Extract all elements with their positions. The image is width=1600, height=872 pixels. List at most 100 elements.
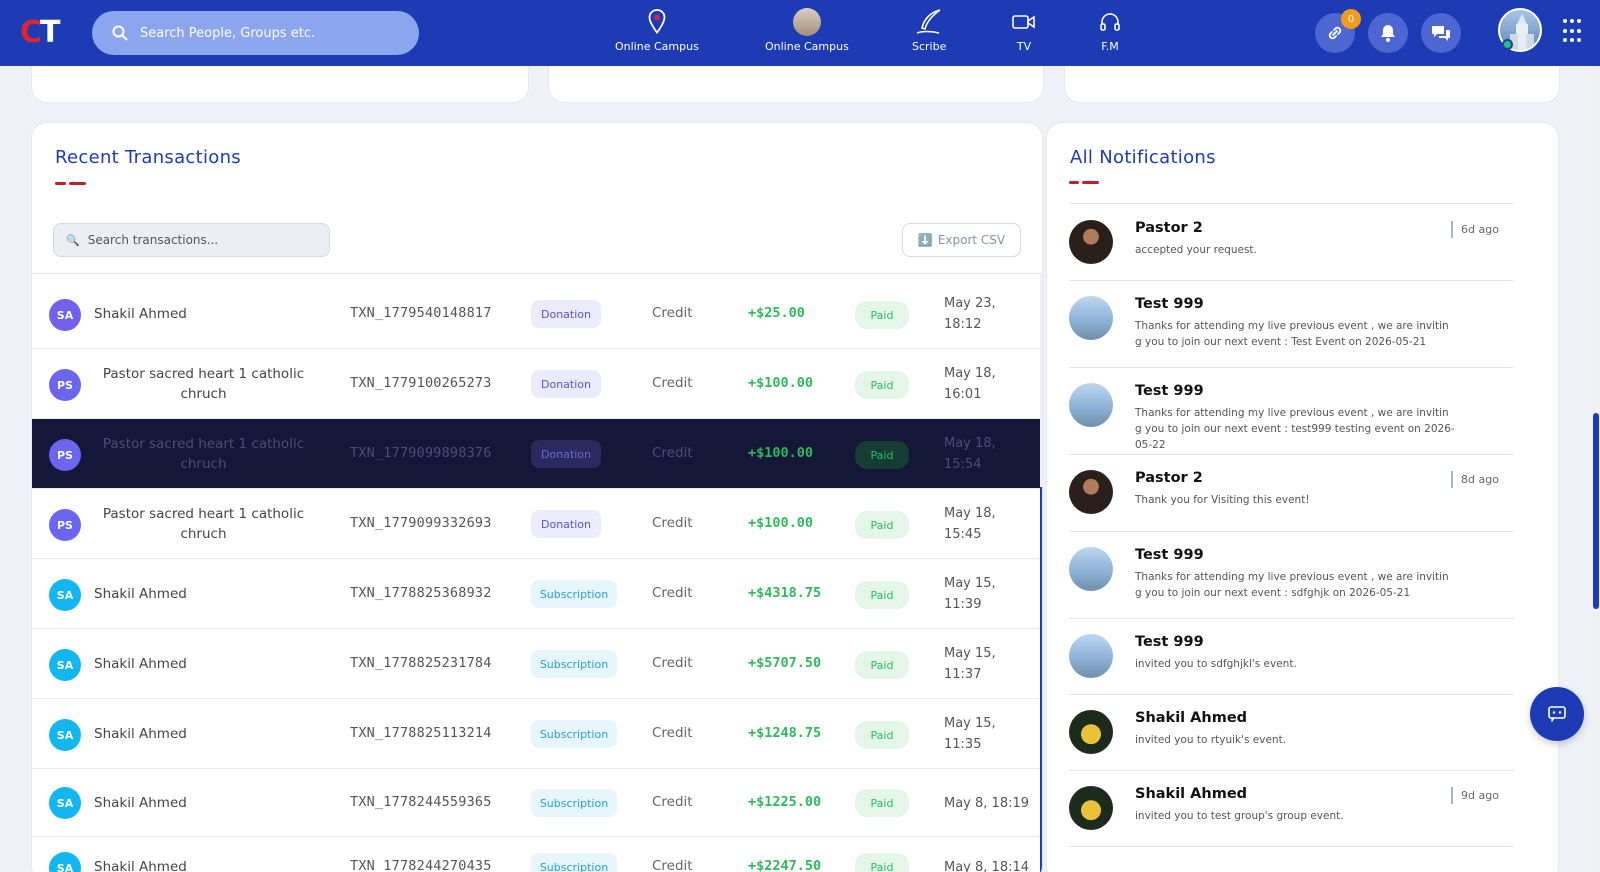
row-amount: +$5707.50 — [748, 655, 822, 671]
status-badge: Paid — [855, 651, 909, 679]
notification-text: invited you to sdfghjkl's event. — [1135, 658, 1297, 670]
download-icon: ⬇️ — [917, 233, 933, 247]
notification-item[interactable]: Test 999 Thanks for attending my live pr… — [1069, 532, 1514, 619]
row-direction: Credit — [652, 515, 693, 531]
row-name: Shakil Ahmed — [94, 656, 187, 672]
row-name: Shakil Ahmed — [94, 726, 187, 742]
row-name: Shakil Ahmed — [94, 795, 187, 811]
table-top-divider — [32, 273, 1042, 274]
avatar — [1069, 296, 1113, 340]
avatar — [1069, 383, 1113, 427]
row-date: May 15, 11:35 — [944, 716, 996, 752]
notification-item[interactable]: Test 999 Thanks for attending my live pr… — [1069, 281, 1514, 368]
chat-fab-button[interactable] — [1530, 687, 1584, 741]
row-date: May 15, 11:37 — [944, 646, 996, 682]
notification-item[interactable]: Shakil Ahmed invited you to test group's… — [1069, 771, 1514, 847]
status-badge: Paid — [855, 301, 909, 329]
status-badge: Paid — [855, 511, 909, 539]
notification-item[interactable]: Test 999 invited you to sdfghjkl's event… — [1069, 619, 1514, 695]
global-search[interactable] — [92, 11, 419, 55]
messages-button[interactable] — [1421, 13, 1461, 53]
row-name: Pastor sacred heart 1 catholic chruch — [102, 506, 305, 542]
nav-online-campus-2[interactable]: Online Campus — [765, 8, 849, 53]
table-row[interactable]: SA Shakil Ahmed TXN_1778244559365 Subscr… — [32, 769, 1042, 837]
notification-time: 8d ago — [1451, 471, 1499, 488]
avatar: PS — [49, 369, 81, 401]
table-row[interactable]: PS Pastor sacred heart 1 catholic chruch… — [32, 349, 1042, 419]
global-search-input[interactable] — [140, 25, 400, 41]
page-scrollbar[interactable] — [1592, 66, 1600, 872]
status-badge: Paid — [855, 581, 909, 609]
apps-grid-icon[interactable] — [1563, 19, 1581, 45]
row-type-badge: Subscription — [531, 789, 617, 817]
notification-item[interactable]: Pastor 2 accepted your request. 6d ago — [1069, 205, 1514, 281]
nav-tv[interactable]: TV — [1012, 8, 1036, 53]
notification-item[interactable]: Shakil Ahmed invited you to rtyuik's eve… — [1069, 695, 1514, 771]
avatar: PS — [49, 439, 81, 471]
table-row-hovered[interactable]: PS Pastor sacred heart 1 catholic chruch… — [32, 419, 1042, 489]
row-amount: +$25.00 — [748, 305, 805, 321]
transaction-search-input[interactable] — [87, 233, 318, 247]
scrollbar-thumb[interactable] — [1040, 487, 1042, 872]
nav-fm[interactable]: F.M — [1099, 8, 1121, 53]
nav-scribe[interactable]: Scribe — [912, 8, 946, 53]
row-type-badge: Donation — [531, 440, 601, 468]
table-row[interactable]: SA Shakil Ahmed TXN_1778825113214 Subscr… — [32, 699, 1042, 769]
notification-item[interactable]: Pastor 2 Thank you for Visiting this eve… — [1069, 455, 1514, 532]
notifications-button[interactable] — [1368, 13, 1408, 53]
app-logo[interactable]: CT — [20, 17, 61, 49]
table-row[interactable]: PS Pastor sacred heart 1 catholic chruch… — [32, 489, 1042, 559]
row-type-badge: Subscription — [531, 720, 617, 748]
notification-text: accepted your request. — [1135, 244, 1257, 256]
scrollbar-thumb[interactable] — [1593, 413, 1599, 609]
nav-online-campus-1[interactable]: Online Campus — [615, 8, 699, 53]
notification-text: Thanks for attending my live previous ev… — [1135, 571, 1449, 599]
table-row[interactable]: SA Shakil Ahmed TXN_1778244270435 Subscr… — [32, 837, 1042, 872]
notification-text: Thanks for attending my live previous ev… — [1135, 320, 1449, 348]
table-row[interactable]: SA Shakil Ahmed TXN_1778825368932 Subscr… — [32, 559, 1042, 629]
transactions-scrollbar[interactable] — [1040, 273, 1042, 872]
row-name: Shakil Ahmed — [94, 306, 187, 322]
link-button[interactable]: 0 — [1315, 9, 1361, 53]
title-underline — [55, 182, 86, 185]
chat-bot-icon — [1548, 706, 1566, 722]
row-direction: Credit — [652, 445, 693, 461]
notification-item[interactable]: Test 999 Thanks for attending my live pr… — [1069, 368, 1514, 455]
status-badge: Paid — [855, 371, 909, 399]
row-amount: +$1225.00 — [748, 794, 822, 810]
notification-sender: Test 999 — [1135, 634, 1204, 650]
notification-sender: Shakil Ahmed — [1135, 786, 1248, 802]
row-name: Pastor sacred heart 1 catholic chruch — [102, 366, 305, 402]
avatar — [1069, 547, 1113, 591]
notification-time: 9d ago — [1451, 787, 1499, 804]
title-underline — [1069, 181, 1099, 184]
table-row[interactable]: SA Shakil Ahmed TXN_1779540148817 Donati… — [32, 279, 1042, 349]
headphones-icon — [1100, 13, 1120, 31]
link-badge: 0 — [1341, 9, 1361, 29]
transaction-search[interactable]: 🔍 — [53, 223, 330, 257]
table-row[interactable]: SA Shakil Ahmed TXN_1778825231784 Subscr… — [32, 629, 1042, 699]
notification-text: Thank you for Visiting this event! — [1135, 494, 1310, 506]
row-amount: +$4318.75 — [748, 585, 822, 601]
search-icon — [112, 25, 128, 41]
row-txn-id: TXN_1779540148817 — [350, 305, 492, 321]
row-amount: +$100.00 — [748, 375, 814, 391]
avatar: SA — [49, 579, 81, 611]
row-name: Shakil Ahmed — [94, 859, 187, 872]
notification-sender: Pastor 2 — [1135, 470, 1203, 486]
row-amount: +$1248.75 — [748, 725, 822, 741]
row-txn-id: TXN_1779099898376 — [350, 445, 492, 461]
export-csv-button[interactable]: ⬇️ Export CSV — [902, 223, 1021, 257]
row-date: May 23, 18:12 — [944, 296, 996, 332]
row-date: May 18, 15:54 — [944, 436, 996, 472]
campus-photo-icon — [792, 8, 821, 36]
all-notifications-card: All Notifications Pastor 2 accepted your… — [1046, 122, 1559, 872]
transactions-title: Recent Transactions — [55, 147, 241, 168]
row-type-badge: Subscription — [531, 853, 617, 872]
row-txn-id: TXN_1778244559365 — [350, 794, 492, 810]
row-type-badge: Subscription — [531, 650, 617, 678]
notification-sender: Test 999 — [1135, 547, 1204, 563]
row-direction: Credit — [652, 305, 693, 321]
recent-transactions-card: Recent Transactions 🔍 ⬇️ Export CSV SA S… — [31, 122, 1043, 872]
row-direction: Credit — [652, 794, 693, 810]
